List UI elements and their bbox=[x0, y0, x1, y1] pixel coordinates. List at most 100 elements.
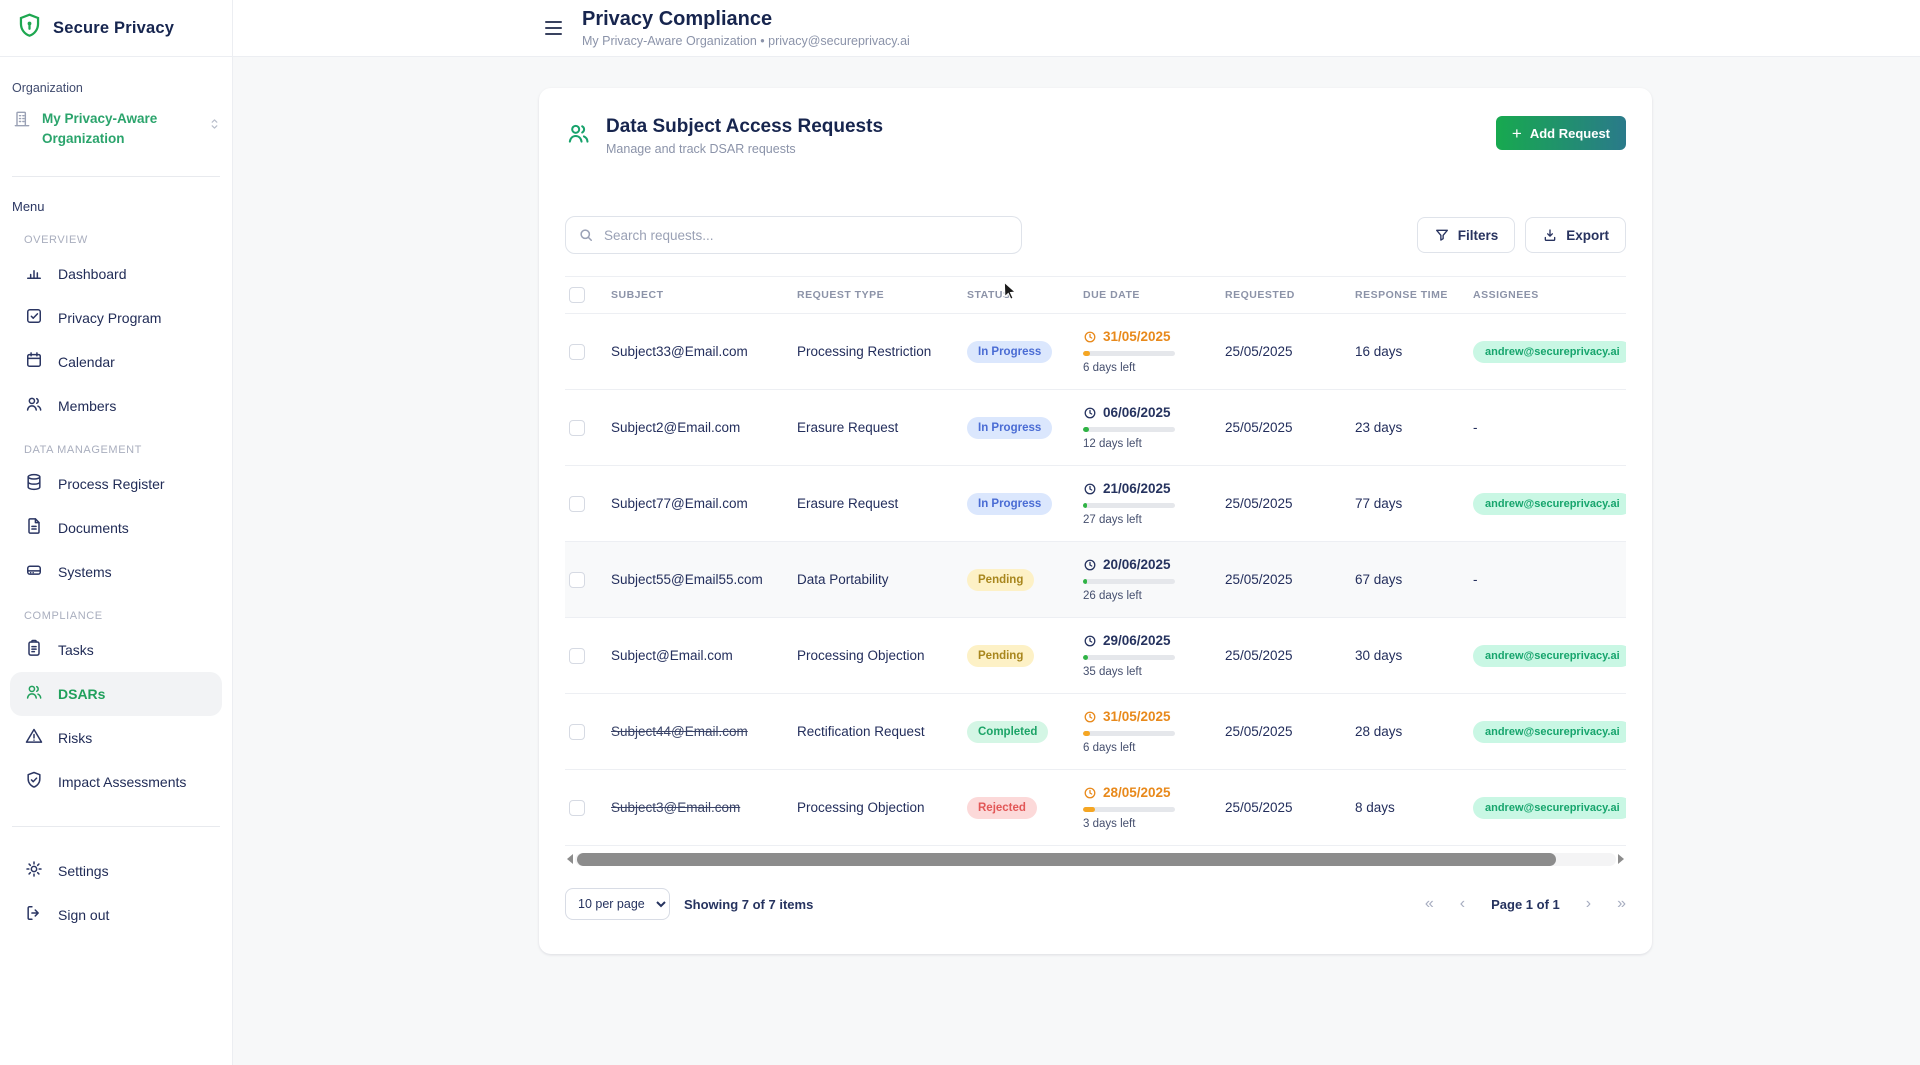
progress-bar bbox=[1083, 503, 1175, 508]
scrollbar-thumb[interactable] bbox=[577, 853, 1556, 866]
table-row[interactable]: Subject33@Email.com Processing Restricti… bbox=[565, 314, 1626, 390]
sidebar-item-members[interactable]: Members bbox=[10, 384, 222, 428]
calendar-icon bbox=[24, 350, 44, 373]
page-indicator: Page 1 of 1 bbox=[1491, 897, 1560, 912]
status-badge: Pending bbox=[967, 645, 1034, 667]
next-page-button[interactable]: › bbox=[1586, 896, 1591, 912]
panel-subtitle: Manage and track DSAR requests bbox=[606, 142, 883, 156]
due-date-cell: 28/05/2025 3 days left bbox=[1083, 785, 1225, 830]
request-type-cell: Erasure Request bbox=[797, 420, 898, 435]
column-header-status: Status bbox=[967, 288, 1083, 302]
filters-button[interactable]: Filters bbox=[1417, 217, 1516, 253]
response-time-cell: 23 days bbox=[1355, 420, 1402, 435]
select-all-checkbox[interactable] bbox=[569, 287, 585, 303]
due-date-cell: 06/06/2025 12 days left bbox=[1083, 405, 1225, 450]
users-icon bbox=[24, 682, 44, 705]
prev-page-button[interactable]: ‹ bbox=[1460, 896, 1465, 912]
filters-label: Filters bbox=[1458, 228, 1499, 243]
sidebar-item-sign-out[interactable]: Sign out bbox=[10, 893, 222, 937]
clock-icon bbox=[1083, 330, 1097, 344]
scroll-right-icon[interactable] bbox=[1618, 854, 1624, 864]
showing-count: Showing 7 of 7 items bbox=[684, 897, 813, 912]
main-content: Data Subject Access Requests Manage and … bbox=[233, 57, 1920, 1065]
clock-icon bbox=[1083, 558, 1097, 572]
last-page-button[interactable]: » bbox=[1617, 896, 1626, 912]
assignee-badge: andrew@secureprivacy.ai bbox=[1473, 493, 1626, 515]
row-checkbox[interactable] bbox=[569, 800, 585, 816]
per-page-select[interactable]: 10 per page bbox=[565, 888, 670, 920]
response-time-cell: 77 days bbox=[1355, 496, 1402, 511]
brand-logo-row: Secure Privacy bbox=[0, 0, 232, 57]
search-icon bbox=[577, 226, 595, 244]
days-left-text: 12 days left bbox=[1083, 438, 1225, 450]
row-checkbox[interactable] bbox=[569, 344, 585, 360]
hamburger-menu-icon[interactable] bbox=[545, 21, 562, 35]
subject-cell: Subject3@Email.com bbox=[611, 800, 740, 815]
sidebar-item-label: Tasks bbox=[58, 642, 94, 658]
table-row[interactable]: Subject3@Email.com Processing Objection … bbox=[565, 770, 1626, 846]
request-type-cell: Processing Objection bbox=[797, 800, 925, 815]
row-checkbox[interactable] bbox=[569, 572, 585, 588]
progress-bar bbox=[1083, 427, 1175, 432]
sidebar-item-dashboard[interactable]: Dashboard bbox=[10, 252, 222, 296]
sidebar-item-documents[interactable]: Documents bbox=[10, 506, 222, 550]
days-left-text: 35 days left bbox=[1083, 666, 1225, 678]
search-input[interactable] bbox=[565, 216, 1022, 254]
progress-fill bbox=[1083, 655, 1088, 660]
table-body: Subject33@Email.com Processing Restricti… bbox=[565, 314, 1626, 846]
row-checkbox[interactable] bbox=[569, 420, 585, 436]
progress-fill bbox=[1083, 807, 1095, 812]
row-checkbox[interactable] bbox=[569, 496, 585, 512]
table-row[interactable]: Subject77@Email.com Erasure Request In P… bbox=[565, 466, 1626, 542]
due-date-text: 06/06/2025 bbox=[1103, 405, 1171, 420]
sidebar-item-label: Process Register bbox=[58, 476, 165, 492]
table-row[interactable]: Subject@Email.com Processing Objection P… bbox=[565, 618, 1626, 694]
due-date-cell: 20/06/2025 26 days left bbox=[1083, 557, 1225, 602]
due-date-cell: 21/06/2025 27 days left bbox=[1083, 481, 1225, 526]
check-square-icon bbox=[24, 306, 44, 329]
assignee-badge: andrew@secureprivacy.ai bbox=[1473, 341, 1626, 363]
sidebar-item-systems[interactable]: Systems bbox=[10, 550, 222, 594]
gear-icon bbox=[24, 859, 44, 882]
page-title: Privacy Compliance bbox=[582, 8, 910, 31]
add-request-button[interactable]: + Add Request bbox=[1496, 116, 1626, 150]
export-button[interactable]: Export bbox=[1525, 217, 1626, 253]
sidebar-item-label: Members bbox=[58, 398, 116, 414]
scroll-left-icon[interactable] bbox=[567, 854, 573, 864]
due-date-text: 21/06/2025 bbox=[1103, 481, 1171, 496]
table-row[interactable]: Subject55@Email55.com Data Portability P… bbox=[565, 542, 1626, 618]
sidebar-item-label: Risks bbox=[58, 730, 92, 746]
shield-check-icon bbox=[24, 770, 44, 793]
organization-selector[interactable]: My Privacy-Aware Organization bbox=[0, 105, 232, 154]
subject-cell: Subject55@Email55.com bbox=[611, 572, 763, 587]
table-row[interactable]: Subject44@Email.com Rectification Reques… bbox=[565, 694, 1626, 770]
section-data-management: Data Management bbox=[0, 428, 232, 462]
sidebar-item-settings[interactable]: Settings bbox=[10, 849, 222, 893]
sidebar-item-dsars[interactable]: DSARs bbox=[10, 672, 222, 716]
sidebar-item-tasks[interactable]: Tasks bbox=[10, 628, 222, 672]
top-header: Privacy Compliance My Privacy-Aware Orga… bbox=[233, 0, 1920, 57]
sidebar-item-privacy-program[interactable]: Privacy Program bbox=[10, 296, 222, 340]
scrollbar-track[interactable] bbox=[575, 853, 1616, 866]
due-date-cell: 31/05/2025 6 days left bbox=[1083, 329, 1225, 374]
sidebar-item-process-register[interactable]: Process Register bbox=[10, 462, 222, 506]
sidebar-item-calendar[interactable]: Calendar bbox=[10, 340, 222, 384]
row-checkbox[interactable] bbox=[569, 648, 585, 664]
page-subtitle: My Privacy-Aware Organization • privacy@… bbox=[582, 34, 910, 48]
progress-bar bbox=[1083, 731, 1175, 736]
days-left-text: 3 days left bbox=[1083, 818, 1225, 830]
request-type-cell: Rectification Request bbox=[797, 724, 925, 739]
status-badge: Rejected bbox=[967, 797, 1037, 819]
users-icon bbox=[565, 120, 592, 152]
first-page-button[interactable]: « bbox=[1425, 896, 1434, 912]
status-badge: Pending bbox=[967, 569, 1034, 591]
sidebar-item-risks[interactable]: Risks bbox=[10, 716, 222, 760]
row-checkbox[interactable] bbox=[569, 724, 585, 740]
sidebar-item-impact-assessments[interactable]: Impact Assessments bbox=[10, 760, 222, 804]
table-row[interactable]: Subject2@Email.com Erasure Request In Pr… bbox=[565, 390, 1626, 466]
due-date-text: 31/05/2025 bbox=[1103, 329, 1171, 344]
due-date-text: 28/05/2025 bbox=[1103, 785, 1171, 800]
table-header-row: Subject Request Type Status Due Date Req… bbox=[565, 276, 1626, 314]
subject-cell: Subject@Email.com bbox=[611, 648, 733, 663]
progress-fill bbox=[1083, 579, 1087, 584]
